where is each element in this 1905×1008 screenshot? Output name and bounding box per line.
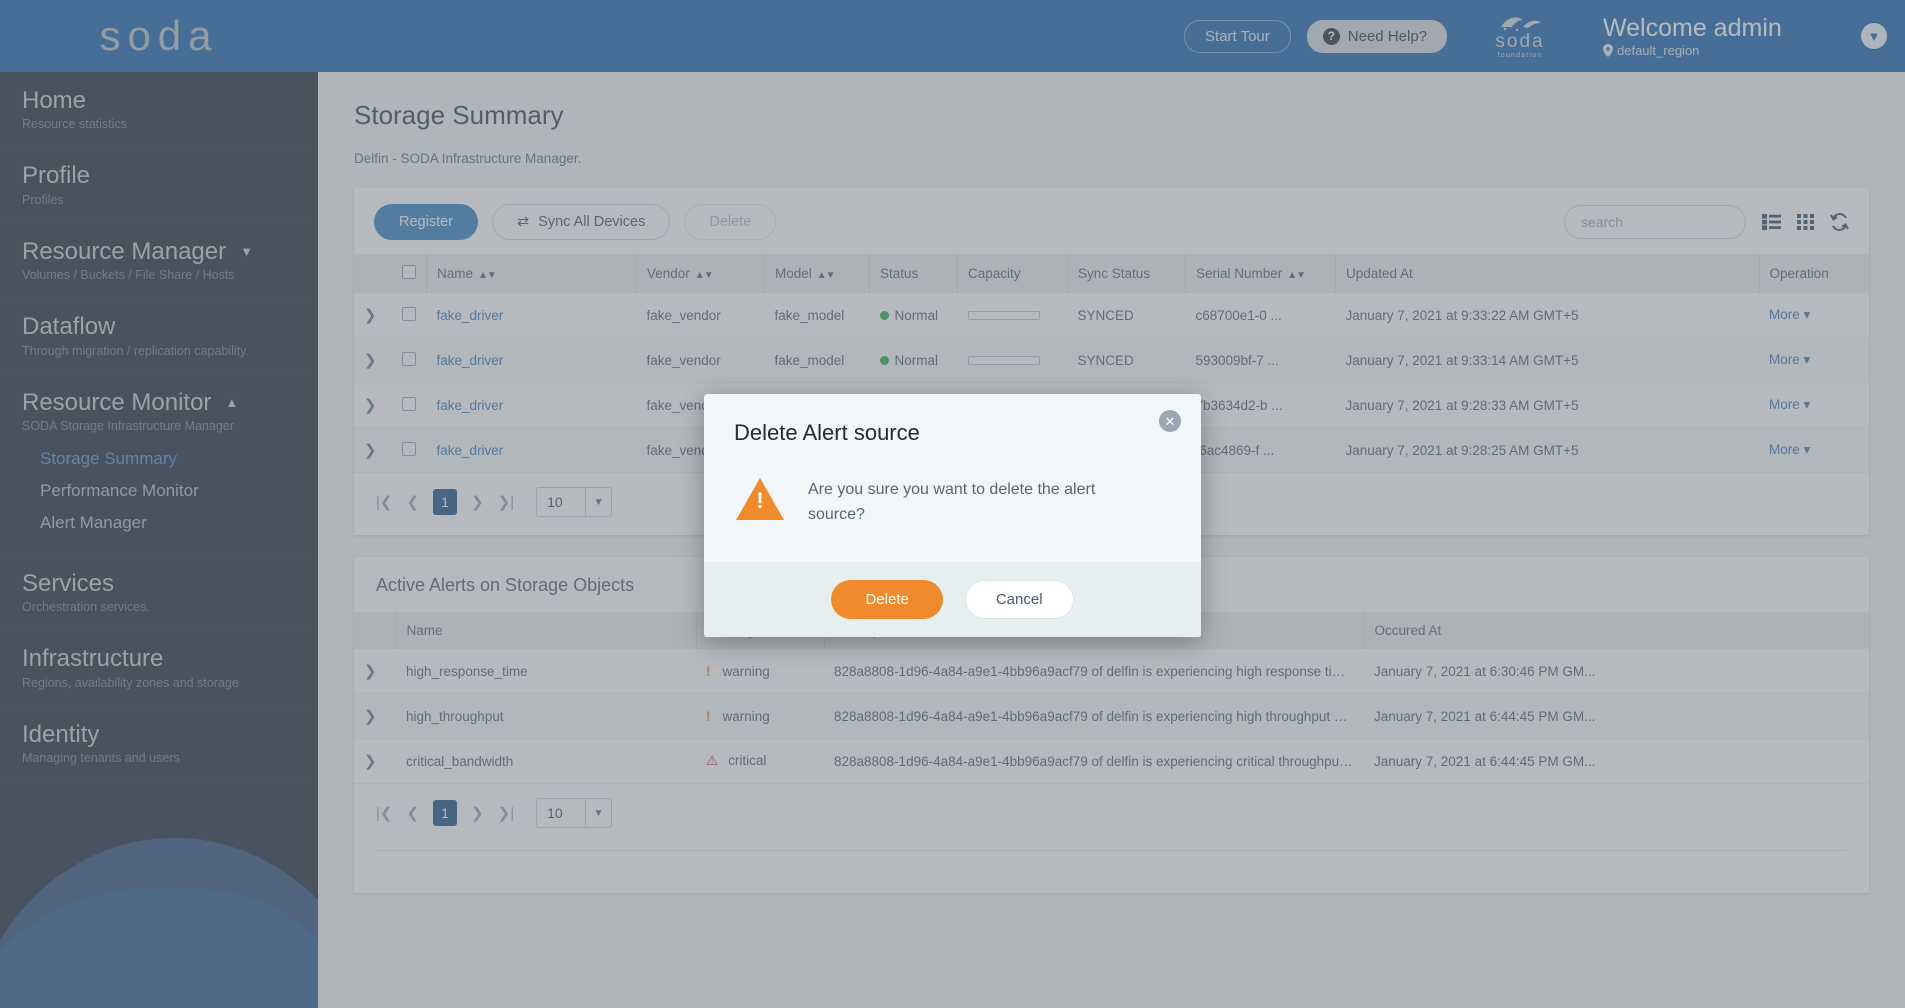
app-root: soda Start Tour ? Need Help? soda founda… <box>0 0 1905 1008</box>
warning-triangle-icon <box>736 478 784 520</box>
delete-alert-source-modal: Delete Alert source ✕ Are you sure you w… <box>704 394 1201 637</box>
modal-footer: Delete Cancel <box>704 561 1201 637</box>
confirm-delete-button[interactable]: Delete <box>831 579 943 619</box>
modal-header: Delete Alert source ✕ <box>704 394 1201 452</box>
modal-body: Are you sure you want to delete the aler… <box>704 452 1201 562</box>
close-icon[interactable]: ✕ <box>1159 410 1181 432</box>
modal-message: Are you sure you want to delete the aler… <box>808 481 1096 523</box>
cancel-button[interactable]: Cancel <box>964 579 1074 619</box>
modal-title: Delete Alert source <box>734 420 920 445</box>
